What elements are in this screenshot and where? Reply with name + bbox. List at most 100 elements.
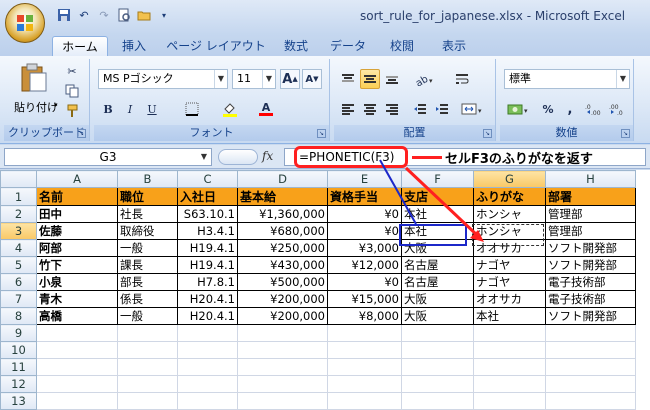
header-cell[interactable]: 名前 bbox=[36, 187, 118, 206]
chevron-down-icon[interactable]: ▼ bbox=[616, 70, 629, 88]
alignment-launcher-icon[interactable]: ↘ bbox=[483, 129, 492, 138]
cell[interactable]: 名古屋 bbox=[401, 256, 474, 274]
tab-data[interactable]: データ bbox=[326, 36, 370, 56]
cell[interactable]: 田中 bbox=[36, 205, 118, 223]
row-header[interactable]: 4 bbox=[0, 239, 37, 257]
cell[interactable] bbox=[36, 392, 118, 410]
row-header[interactable]: 2 bbox=[0, 205, 37, 223]
row-header[interactable]: 1 bbox=[0, 187, 37, 206]
cell[interactable]: 大阪 bbox=[401, 290, 474, 308]
cell[interactable] bbox=[117, 341, 178, 359]
cell[interactable]: 一般 bbox=[117, 239, 178, 257]
cell[interactable] bbox=[237, 324, 328, 342]
cell[interactable]: H19.4.1 bbox=[177, 256, 238, 274]
cell[interactable]: H3.4.1 bbox=[177, 222, 238, 240]
paste-dropdown-icon[interactable]: ▾ bbox=[54, 101, 58, 109]
cell[interactable]: 電子技術部 bbox=[545, 290, 636, 308]
cell[interactable]: ソフト開発部 bbox=[545, 307, 636, 325]
cell[interactable]: H20.4.1 bbox=[177, 290, 238, 308]
cell[interactable]: ソフト開発部 bbox=[545, 239, 636, 257]
open-folder-icon[interactable] bbox=[136, 7, 152, 23]
paste-button[interactable]: 貼り付け ▾ bbox=[8, 61, 58, 119]
row-header[interactable]: 9 bbox=[0, 324, 37, 342]
font-color-button[interactable]: A bbox=[256, 99, 276, 119]
select-all-corner[interactable] bbox=[0, 170, 37, 188]
tab-formulas[interactable]: 数式 bbox=[274, 36, 318, 56]
column-header[interactable]: G bbox=[473, 170, 546, 188]
cell[interactable] bbox=[545, 324, 636, 342]
header-cell[interactable]: 基本給 bbox=[237, 187, 328, 206]
row-header[interactable]: 6 bbox=[0, 273, 37, 291]
cell[interactable] bbox=[401, 375, 474, 393]
align-left-icon[interactable] bbox=[338, 99, 358, 119]
header-cell[interactable]: 資格手当 bbox=[327, 187, 402, 206]
column-header[interactable]: A bbox=[36, 170, 118, 188]
cell[interactable] bbox=[401, 324, 474, 342]
row-header[interactable]: 13 bbox=[0, 392, 37, 410]
cell[interactable]: 一般 bbox=[117, 307, 178, 325]
number-format-combo[interactable]: 標準 ▼ bbox=[504, 69, 630, 89]
cell[interactable]: ¥200,000 bbox=[237, 307, 328, 325]
row-header[interactable]: 12 bbox=[0, 375, 37, 393]
cell[interactable]: 大阪 bbox=[401, 307, 474, 325]
column-header[interactable]: D bbox=[237, 170, 328, 188]
cell[interactable]: 社長 bbox=[117, 205, 178, 223]
decrease-indent-icon[interactable] bbox=[410, 99, 430, 119]
wrap-text-icon[interactable] bbox=[452, 69, 472, 89]
row-header[interactable]: 5 bbox=[0, 256, 37, 274]
header-cell[interactable]: 部署 bbox=[545, 187, 636, 206]
cell[interactable]: ¥0 bbox=[327, 205, 402, 223]
column-header[interactable]: H bbox=[545, 170, 636, 188]
cell[interactable] bbox=[473, 375, 546, 393]
cell[interactable] bbox=[401, 341, 474, 359]
comma-style-icon[interactable]: , bbox=[560, 99, 580, 119]
customize-qat-icon[interactable]: ▾ bbox=[156, 7, 172, 23]
row-header[interactable]: 8 bbox=[0, 307, 37, 325]
cell[interactable]: ¥12,000 bbox=[327, 256, 402, 274]
row-header[interactable]: 3 bbox=[0, 222, 37, 240]
clipboard-launcher-icon[interactable]: ↘ bbox=[77, 129, 86, 138]
worksheet-grid[interactable]: A B C D E F G H 1 名前 職位 入社日 基本給 資格手当 支店 … bbox=[0, 170, 650, 410]
cell[interactable] bbox=[545, 392, 636, 410]
decrease-decimal-icon[interactable]: .00.0 bbox=[608, 99, 630, 119]
bold-button[interactable]: B bbox=[98, 99, 118, 119]
number-launcher-icon[interactable]: ↘ bbox=[621, 129, 630, 138]
cell[interactable]: H7.8.1 bbox=[177, 273, 238, 291]
cell[interactable]: 小泉 bbox=[36, 273, 118, 291]
print-preview-icon[interactable] bbox=[116, 7, 132, 23]
cell[interactable]: 佐藤 bbox=[36, 222, 118, 240]
orientation-icon[interactable]: ab ▾ bbox=[410, 69, 440, 89]
fill-color-icon[interactable] bbox=[220, 99, 240, 119]
cell[interactable]: ¥200,000 bbox=[237, 290, 328, 308]
cell[interactable] bbox=[473, 358, 546, 376]
cell[interactable]: S63.10.1 bbox=[177, 205, 238, 223]
cell[interactable]: ¥1,360,000 bbox=[237, 205, 328, 223]
cell[interactable] bbox=[237, 358, 328, 376]
font-name-combo[interactable]: MS Pゴシック ▼ bbox=[98, 69, 228, 89]
cell[interactable]: ナゴヤ bbox=[473, 256, 546, 274]
cell[interactable] bbox=[177, 375, 238, 393]
cell[interactable] bbox=[545, 341, 636, 359]
cell[interactable] bbox=[327, 392, 402, 410]
cell[interactable] bbox=[473, 324, 546, 342]
undo-icon[interactable]: ↶ bbox=[76, 7, 92, 23]
cell[interactable]: ¥680,000 bbox=[237, 222, 328, 240]
chevron-down-icon[interactable]: ▼ bbox=[214, 70, 227, 88]
align-top-icon[interactable] bbox=[338, 69, 358, 89]
align-bottom-icon[interactable] bbox=[382, 69, 402, 89]
cell[interactable]: ¥15,000 bbox=[327, 290, 402, 308]
insert-function-icon[interactable]: fx bbox=[262, 149, 273, 163]
cell[interactable]: 阿部 bbox=[36, 239, 118, 257]
cell[interactable] bbox=[36, 358, 118, 376]
cell[interactable] bbox=[327, 375, 402, 393]
save-icon[interactable] bbox=[56, 7, 72, 23]
grow-font-button[interactable]: A ▲ bbox=[280, 69, 300, 89]
row-header[interactable]: 10 bbox=[0, 341, 37, 359]
cell[interactable] bbox=[401, 392, 474, 410]
cell[interactable]: 竹下 bbox=[36, 256, 118, 274]
merge-center-icon[interactable]: ▾ bbox=[458, 99, 488, 119]
cut-icon[interactable]: ✂ bbox=[62, 61, 82, 81]
shrink-font-button[interactable]: A ▼ bbox=[302, 69, 322, 89]
column-header[interactable]: B bbox=[117, 170, 178, 188]
format-painter-icon[interactable] bbox=[62, 101, 82, 121]
